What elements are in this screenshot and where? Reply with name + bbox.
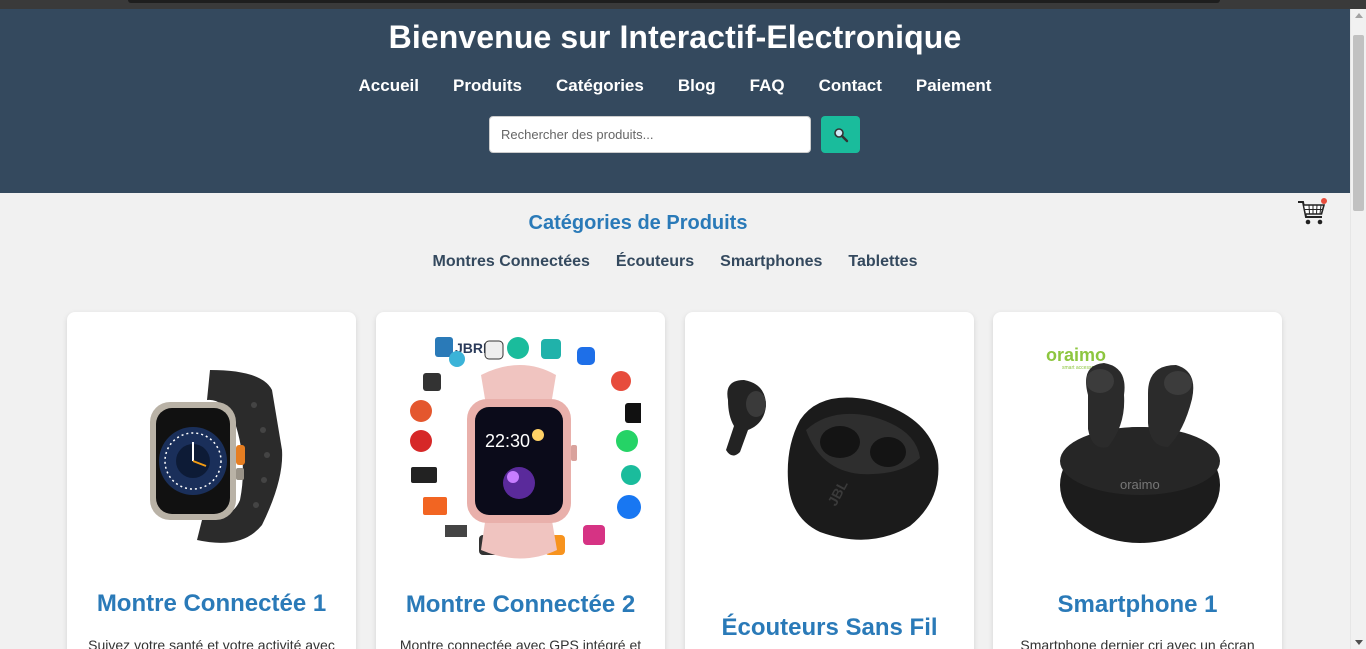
scroll-up-arrow[interactable] [1355, 13, 1363, 18]
earbuds-icon: oraimo smart accessories oraimo [1046, 345, 1220, 543]
product-card[interactable]: JBL Écouteurs Sans Fil [685, 312, 974, 649]
search-input[interactable] [489, 116, 811, 153]
nav-blog[interactable]: Blog [678, 76, 716, 96]
search-icon [833, 127, 848, 142]
nav-produits[interactable]: Produits [453, 76, 522, 96]
smartwatch-icon [149, 370, 282, 543]
categories-title: Catégories de Produits [528, 212, 748, 234]
product-image-smartwatch-pink: JBRL 22:30 [376, 330, 665, 570]
scroll-down-arrow[interactable] [1355, 640, 1363, 645]
site-header: Bienvenue sur Interactif-Electronique Ac… [0, 9, 1350, 193]
nav-contact[interactable]: Contact [819, 76, 882, 96]
product-description: Smartphone dernier cri avec un écran [1020, 637, 1255, 649]
browser-top-bar [128, 0, 1220, 3]
product-card[interactable]: JBRL 22:30 Montre Connectée 2 Montre con… [376, 312, 665, 649]
search-button[interactable] [821, 116, 860, 153]
nav-faq[interactable]: FAQ [750, 76, 785, 96]
category-tablettes[interactable]: Tablettes [848, 253, 917, 271]
watch-time-text: 22:30 [485, 431, 530, 451]
main-nav: Accueil Produits Catégories Blog FAQ Con… [0, 76, 1350, 96]
site-title: Bienvenue sur Interactif-Electronique [388, 19, 962, 55]
category-montres[interactable]: Montres Connectées [433, 253, 590, 271]
nav-paiement[interactable]: Paiement [916, 76, 992, 96]
case-logo-text: oraimo [1120, 477, 1160, 492]
earbuds-icon: JBL [725, 380, 938, 540]
product-description: Montre connectée avec GPS intégré et [399, 637, 642, 649]
product-description: Suivez votre santé et votre activité ave… [88, 637, 335, 649]
product-name: Montre Connectée 2 [405, 591, 636, 618]
search-bar [489, 116, 860, 153]
nav-categories[interactable]: Catégories [556, 76, 644, 96]
smartwatch-icon: JBRL 22:30 [409, 337, 641, 559]
page-scrollbar[interactable] [1350, 9, 1366, 649]
brand-logo-text: oraimo [1046, 345, 1106, 365]
product-image-smartwatch-ultra [67, 330, 356, 570]
category-smartphones[interactable]: Smartphones [720, 253, 822, 271]
nav-accueil[interactable]: Accueil [359, 76, 419, 96]
product-name: Écouteurs Sans Fil [721, 614, 938, 641]
product-card[interactable]: oraimo smart accessories oraimo Smartpho… [993, 312, 1282, 649]
product-image-earbuds-jbl: JBL [685, 330, 974, 570]
product-card[interactable]: Montre Connectée 1 Suivez votre santé et… [67, 312, 356, 649]
product-name: Smartphone 1 [1057, 591, 1218, 618]
category-links: Montres Connectées Écouteurs Smartphones… [0, 253, 1350, 271]
category-ecouteurs[interactable]: Écouteurs [616, 253, 694, 271]
product-image-earbuds-oraimo: oraimo smart accessories oraimo [993, 330, 1282, 570]
shopping-cart-icon [1298, 198, 1327, 225]
product-name: Montre Connectée 1 [96, 590, 327, 617]
cart-button[interactable] [1296, 197, 1328, 227]
browser-top-strip [0, 0, 1366, 9]
scroll-thumb[interactable] [1353, 35, 1364, 211]
